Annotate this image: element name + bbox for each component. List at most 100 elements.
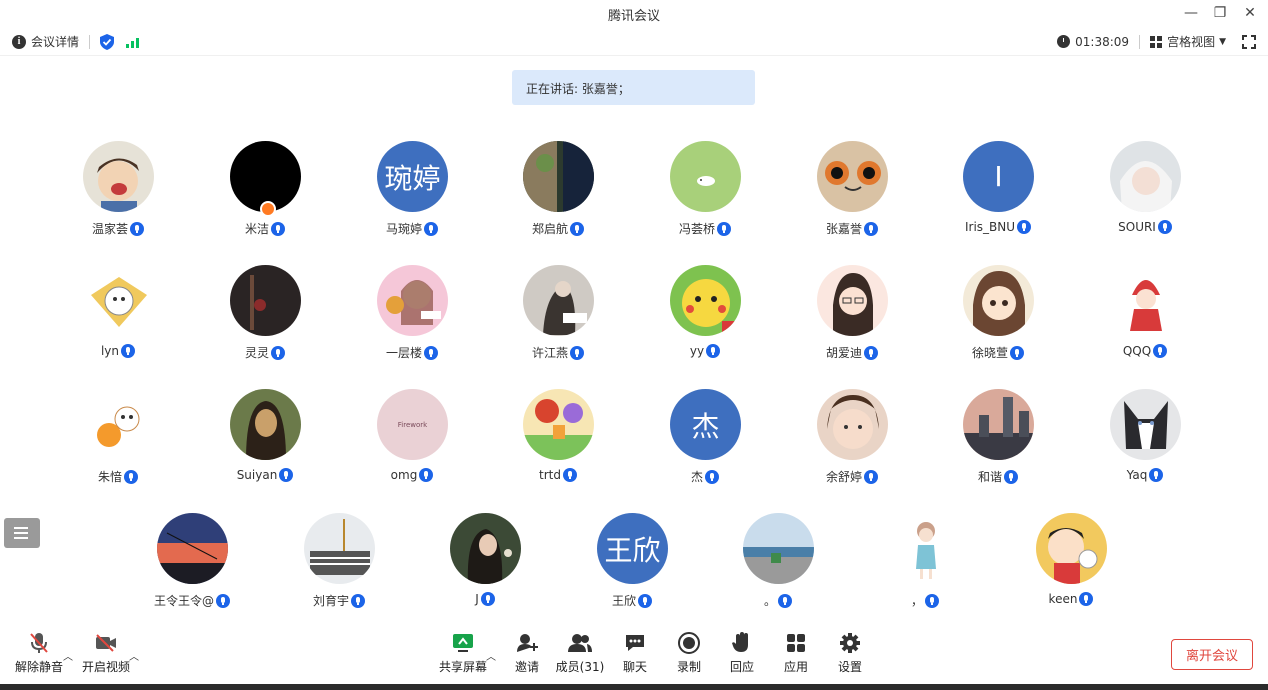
leave-meeting-button[interactable]: 离开会议 <box>1171 639 1253 670</box>
participant-tile[interactable]: 郑启航 <box>488 141 628 251</box>
participant-tile[interactable]: 杰 杰 <box>635 389 775 499</box>
chevron-up-icon[interactable]: ︿ <box>63 648 73 663</box>
divider <box>89 34 91 49</box>
participant-tile[interactable]: 米洁 <box>195 141 335 251</box>
meeting-window: 腾讯会议 — ❐ ✕ i 会议详情 01:38:09 宫格视图 ▼ 正在讲话: … <box>0 0 1268 690</box>
fullscreen-icon[interactable] <box>1242 34 1256 49</box>
participant-tile[interactable]: trtd <box>488 389 628 499</box>
restore-button[interactable]: ❐ <box>1205 2 1235 24</box>
avatar: 琬婷 <box>377 141 448 212</box>
avatar <box>523 389 594 460</box>
record-button[interactable]: 录制 <box>661 632 717 680</box>
mic-icon <box>864 469 878 484</box>
participant-name: 灵灵 <box>244 346 269 360</box>
avatar: 杰 <box>670 389 741 460</box>
avatar <box>817 265 888 336</box>
unmute-label: 解除静音 <box>14 660 63 674</box>
participant-tile[interactable]: 冯荟桥 <box>635 141 775 251</box>
participant-tile[interactable]: 余舒婷 <box>782 389 922 499</box>
start-video-button[interactable]: 开启视频 <box>78 632 134 680</box>
participant-tile[interactable]: 温家荟 <box>48 141 188 251</box>
participant-tile[interactable]: 刘育宇 <box>269 513 409 623</box>
participant-tile[interactable]: I Iris_BNU <box>928 141 1068 251</box>
reactions-button[interactable]: 回应 <box>714 632 770 680</box>
meeting-details-button[interactable]: i 会议详情 <box>12 33 79 50</box>
participant-tile[interactable]: 胡爱迪 <box>782 265 922 375</box>
participant-tile[interactable]: 。 <box>708 513 848 623</box>
mic-icon <box>1149 468 1164 482</box>
participant-tile[interactable]: SOURI <box>1075 141 1215 251</box>
participant-name: SOURI <box>1118 220 1156 234</box>
participant-tile[interactable]: 灵灵 <box>195 265 335 375</box>
participant-tile[interactable]: QQQ <box>1075 265 1215 375</box>
participant-name: J <box>475 592 479 606</box>
invite-button[interactable]: 邀请 <box>499 632 555 680</box>
chevron-up-icon[interactable]: ︿ <box>486 648 496 663</box>
avatar <box>817 141 888 212</box>
avatar <box>83 389 154 460</box>
participant-name: Iris_BNU <box>964 220 1016 234</box>
avatar-caption: Firework <box>397 420 428 429</box>
network-signal-icon[interactable] <box>126 36 140 48</box>
participant-tile[interactable]: keen <box>1001 513 1141 623</box>
host-badge-icon <box>260 201 276 217</box>
add-user-icon <box>515 632 539 654</box>
participant-name: 杰 <box>690 470 703 484</box>
avatar <box>817 389 888 460</box>
taskbar <box>0 684 1268 690</box>
participant-tile[interactable]: 许江燕 <box>488 265 628 375</box>
share-screen-icon <box>451 632 475 654</box>
participant-tile[interactable]: Suiyan <box>195 389 335 499</box>
participant-name: 一层楼 <box>385 346 422 360</box>
participant-name: 张嘉誉 <box>825 222 862 236</box>
participant-tile[interactable]: 王欣 王欣 <box>562 513 702 623</box>
members-button[interactable]: 成员(31) <box>552 632 608 680</box>
mic-icon <box>1153 344 1168 358</box>
participant-tile[interactable]: J <box>415 513 555 623</box>
avatar: I <box>963 141 1034 212</box>
participant-tile[interactable]: 王令王令@ <box>122 513 262 623</box>
participant-tile[interactable]: 和谐 <box>928 389 1068 499</box>
chevron-down-icon: ▼ <box>1219 36 1226 47</box>
participant-tile[interactable]: ， <box>855 513 995 623</box>
participant-name: 许江燕 <box>531 346 568 360</box>
minimize-button[interactable]: — <box>1176 2 1206 24</box>
mic-icon <box>717 221 731 236</box>
record-icon <box>677 632 701 654</box>
participant-name: 王令王令@ <box>153 594 214 608</box>
start-video-label: 开启视频 <box>81 660 130 674</box>
participant-tile[interactable]: 张嘉誉 <box>782 141 922 251</box>
participant-tile[interactable]: 琬婷 马琬婷 <box>342 141 482 251</box>
avatar <box>523 141 594 212</box>
participant-tile[interactable]: 一层楼 <box>342 265 482 375</box>
view-mode-dropdown[interactable]: 宫格视图 ▼ <box>1150 33 1226 50</box>
list-menu-button[interactable] <box>4 518 40 548</box>
chat-button[interactable]: 聊天 <box>607 632 663 680</box>
participant-tile[interactable]: 徐晓萱 <box>928 265 1068 375</box>
participant-name: 徐晓萱 <box>971 346 1008 360</box>
camera-off-icon <box>94 632 118 654</box>
avatar <box>1110 265 1181 336</box>
avatar <box>450 513 521 584</box>
participant-tile[interactable]: Yaq <box>1075 389 1215 499</box>
mic-icon <box>562 468 577 482</box>
shield-icon[interactable] <box>100 33 115 50</box>
share-screen-button[interactable]: 共享屏幕 <box>435 632 491 680</box>
participant-tile[interactable]: yy <box>635 265 775 375</box>
participant-tile[interactable]: 朱愔 <box>48 389 188 499</box>
participant-tile[interactable]: lyn <box>48 265 188 375</box>
unmute-button[interactable]: 解除静音 <box>11 632 67 680</box>
apps-button[interactable]: 应用 <box>768 632 824 680</box>
participant-name: 马琬婷 <box>385 222 422 236</box>
mic-icon <box>216 593 230 608</box>
avatar <box>670 141 741 212</box>
apps-icon <box>784 632 808 654</box>
close-button[interactable]: ✕ <box>1235 2 1265 24</box>
settings-button[interactable]: 设置 <box>822 632 878 680</box>
mic-icon <box>1017 220 1032 234</box>
participant-tile[interactable]: Firework omg <box>342 389 482 499</box>
info-icon: i <box>12 34 26 49</box>
participant-name: 余舒婷 <box>825 470 862 484</box>
avatar <box>743 513 814 584</box>
chevron-up-icon[interactable]: ︿ <box>129 648 139 663</box>
